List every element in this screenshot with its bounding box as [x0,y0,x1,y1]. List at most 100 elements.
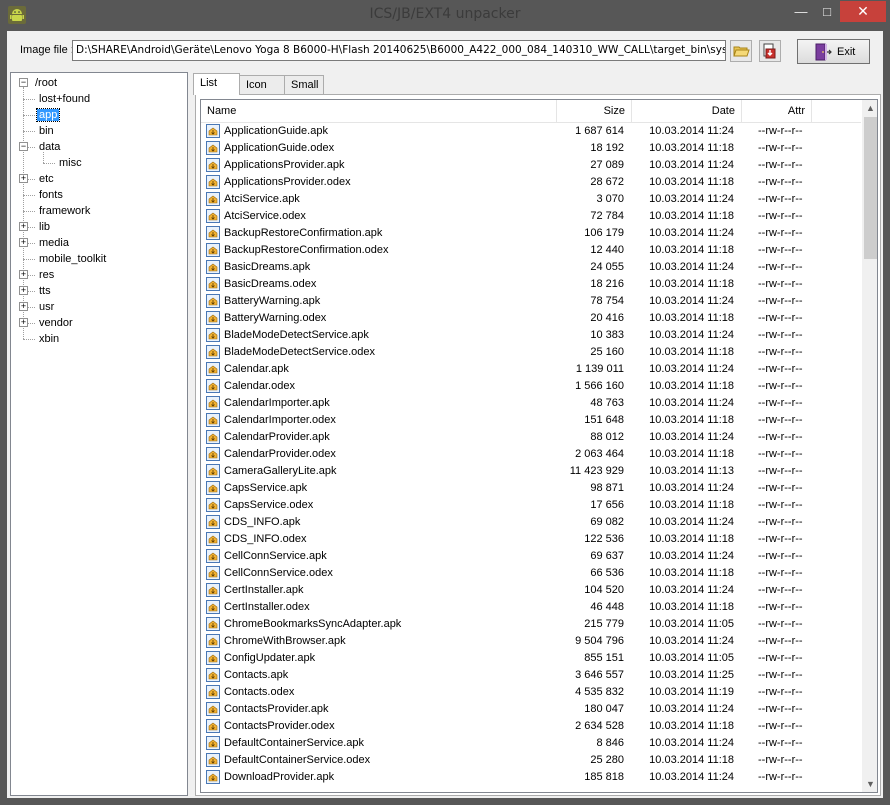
file-name: CapsService.odex [224,499,314,511]
list-item[interactable]: CalendarImporter.odex 151 648 10.03.2014 1… [201,412,861,429]
list-item[interactable]: ApplicationGuide.apk 1 687 614 10.03.2014 … [201,123,861,140]
scroll-up-icon[interactable]: ▲ [862,100,877,117]
tree-item-mobile-toolkit[interactable]: mobile_toolkit [37,251,108,267]
tree-item-xbin[interactable]: xbin [37,331,61,347]
collapse-icon[interactable]: − [19,78,28,87]
file-date: 10.03.2014 11:05 [649,618,734,630]
list-item[interactable]: CapsService.odex 17 656 10.03.2014 11:18 --… [201,497,861,514]
list-item[interactable]: CDS_INFO.odex 122 536 10.03.2014 11:18 --rw… [201,531,861,548]
file-attr: --rw-r--r-- [758,618,803,630]
image-path-field[interactable]: D:\SHARE\Android\Geräte\Lenovo Yoga 8 B6… [72,40,726,61]
list-item[interactable]: ChromeWithBrowser.apk 9 504 796 10.03.2014… [201,633,861,650]
tree-item-label: /root [35,77,58,89]
list-item[interactable]: ConfigUpdater.apk 855 151 10.03.2014 11:05… [201,650,861,667]
list-item[interactable]: AtciService.odex 72 784 10.03.2014 11:18 --… [201,208,861,225]
list-item[interactable]: ApplicationsProvider.apk 27 089 10.03.2014… [201,157,861,174]
scroll-thumb[interactable] [864,117,877,259]
list-item[interactable]: BackupRestoreConfirmation.odex 12 440 10.0… [201,242,861,259]
tab-list[interactable]: List [193,73,240,95]
tree-item-media[interactable]: media [37,235,71,251]
tree-item-res[interactable]: res [37,267,56,283]
column-header-name[interactable]: Name [201,100,557,123]
list-item[interactable]: CellConnService.apk 69 637 10.03.2014 11:2… [201,548,861,565]
list-item[interactable]: AtciService.apk 3 070 10.03.2014 11:24 --rw… [201,191,861,208]
file-attr: --rw-r--r-- [758,193,803,205]
tree-item-vendor[interactable]: vendor [37,315,75,331]
list-item[interactable]: Contacts.apk 3 646 557 10.03.2014 11:25 --r… [201,667,861,684]
tree-item-data[interactable]: data [37,139,62,155]
column-header-attr[interactable]: Attr [742,100,812,123]
extract-button[interactable] [759,40,781,62]
list-item[interactable]: DefaultContainerService.odex 25 280 10.03.… [201,752,861,769]
expand-icon[interactable]: + [19,318,28,327]
folder-tree[interactable]: /root − lost+found app bin − data misc + etc fonts… [10,72,188,796]
file-attr: --rw-r--r-- [758,210,803,222]
list-item[interactable]: CalendarProvider.odex 2 063 464 10.03.2014… [201,446,861,463]
expand-icon[interactable]: + [19,238,28,247]
list-item[interactable]: ChromeBookmarksSyncAdapter.apk 215 779 10.… [201,616,861,633]
list-item[interactable]: ContactsProvider.odex 2 634 528 10.03.2014… [201,718,861,735]
list-item[interactable]: BasicDreams.odex 18 216 10.03.2014 11:18 --… [201,276,861,293]
tree-item-misc[interactable]: misc [57,155,84,171]
maximize-button[interactable]: □ [814,1,840,22]
list-item[interactable]: Calendar.odex 1 566 160 10.03.2014 11:18 --… [201,378,861,395]
list-item[interactable]: ApplicationGuide.odex 18 192 10.03.2014 11… [201,140,861,157]
list-item[interactable]: CalendarProvider.apk 88 012 10.03.2014 11:… [201,429,861,446]
list-vertical-scrollbar[interactable]: ▲ ▼ [862,100,877,792]
list-item[interactable]: BladeModeDetectService.apk 10 383 10.03.20… [201,327,861,344]
list-item[interactable]: Contacts.odex 4 535 832 10.03.2014 11:19 --… [201,684,861,701]
file-list[interactable]: Name Size Date Attr ApplicationGuide.apk… [200,99,878,793]
tree-item-usr[interactable]: usr [37,299,56,315]
file-attr: --rw-r--r-- [758,244,803,256]
list-item[interactable]: BasicDreams.apk 24 055 10.03.2014 11:24 --r… [201,259,861,276]
expand-icon[interactable]: + [19,270,28,279]
collapse-icon[interactable]: − [19,142,28,151]
tree-item-lost-found[interactable]: lost+found [37,91,92,107]
tree-item-fonts[interactable]: fonts [37,187,65,203]
list-item[interactable]: BladeModeDetectService.odex 25 160 10.03.2… [201,344,861,361]
tree-item-tts[interactable]: tts [37,283,53,299]
list-item[interactable]: CDS_INFO.apk 69 082 10.03.2014 11:24 --rw-r… [201,514,861,531]
scroll-down-icon[interactable]: ▼ [862,776,877,792]
exit-button[interactable]: Exit [797,39,870,64]
minimize-button[interactable]: — [788,1,814,22]
open-image-button[interactable] [730,40,752,62]
list-item[interactable]: ContactsProvider.apk 180 047 10.03.2014 11… [201,701,861,718]
list-item[interactable]: CertInstaller.odex 46 448 10.03.2014 11:18… [201,599,861,616]
expand-icon[interactable]: + [19,286,28,295]
file-name: ApplicationGuide.odex [224,142,335,154]
list-item[interactable]: Calendar.apk 1 139 011 10.03.2014 11:24 --r… [201,361,861,378]
list-item[interactable]: CalendarImporter.apk 48 763 10.03.2014 11:… [201,395,861,412]
exit-label: Exit [837,46,856,58]
list-item[interactable]: DefaultContainerService.apk 8 846 10.03.20… [201,735,861,752]
tree-item-app[interactable]: app [35,107,61,123]
list-item[interactable]: BackupRestoreConfirmation.apk 106 179 10.0… [201,225,861,242]
list-item[interactable]: DownloadProvider.apk 185 818 10.03.2014 11… [201,769,861,786]
title-bar[interactable]: ICS/JB/EXT4 unpacker — □ ✕ [0,0,890,30]
expand-icon[interactable]: + [19,222,28,231]
file-name: AtciService.odex [224,210,306,222]
tree-item-framework[interactable]: framework [37,203,92,219]
expand-icon[interactable]: + [19,174,28,183]
list-item[interactable]: BatteryWarning.apk 78 754 10.03.2014 11:24… [201,293,861,310]
expand-icon[interactable]: + [19,302,28,311]
list-item[interactable]: CellConnService.odex 66 536 10.03.2014 11:… [201,565,861,582]
file-attr: --rw-r--r-- [758,635,803,647]
tree-item-root[interactable]: /root [33,75,59,91]
list-item[interactable]: CapsService.apk 98 871 10.03.2014 11:24 --r… [201,480,861,497]
tab-small[interactable]: Small [284,75,324,94]
column-header-size[interactable]: Size [557,100,632,123]
close-button[interactable]: ✕ [840,1,886,22]
column-header-date[interactable]: Date [632,100,742,123]
tree-item-etc[interactable]: etc [37,171,56,187]
tree-item-bin[interactable]: bin [37,123,56,139]
list-item[interactable]: ApplicationsProvider.odex 28 672 10.03.201… [201,174,861,191]
list-item[interactable]: CameraGalleryLite.apk 11 423 929 10.03.201… [201,463,861,480]
list-item[interactable]: BatteryWarning.odex 20 416 10.03.2014 11:1… [201,310,861,327]
tree-item-lib[interactable]: lib [37,219,52,235]
file-date: 10.03.2014 11:18 [649,244,734,256]
package-file-icon [206,243,220,257]
file-name: ContactsProvider.apk [224,703,329,715]
tab-icon[interactable]: Icon [239,75,285,94]
list-item[interactable]: CertInstaller.apk 104 520 10.03.2014 11:24… [201,582,861,599]
